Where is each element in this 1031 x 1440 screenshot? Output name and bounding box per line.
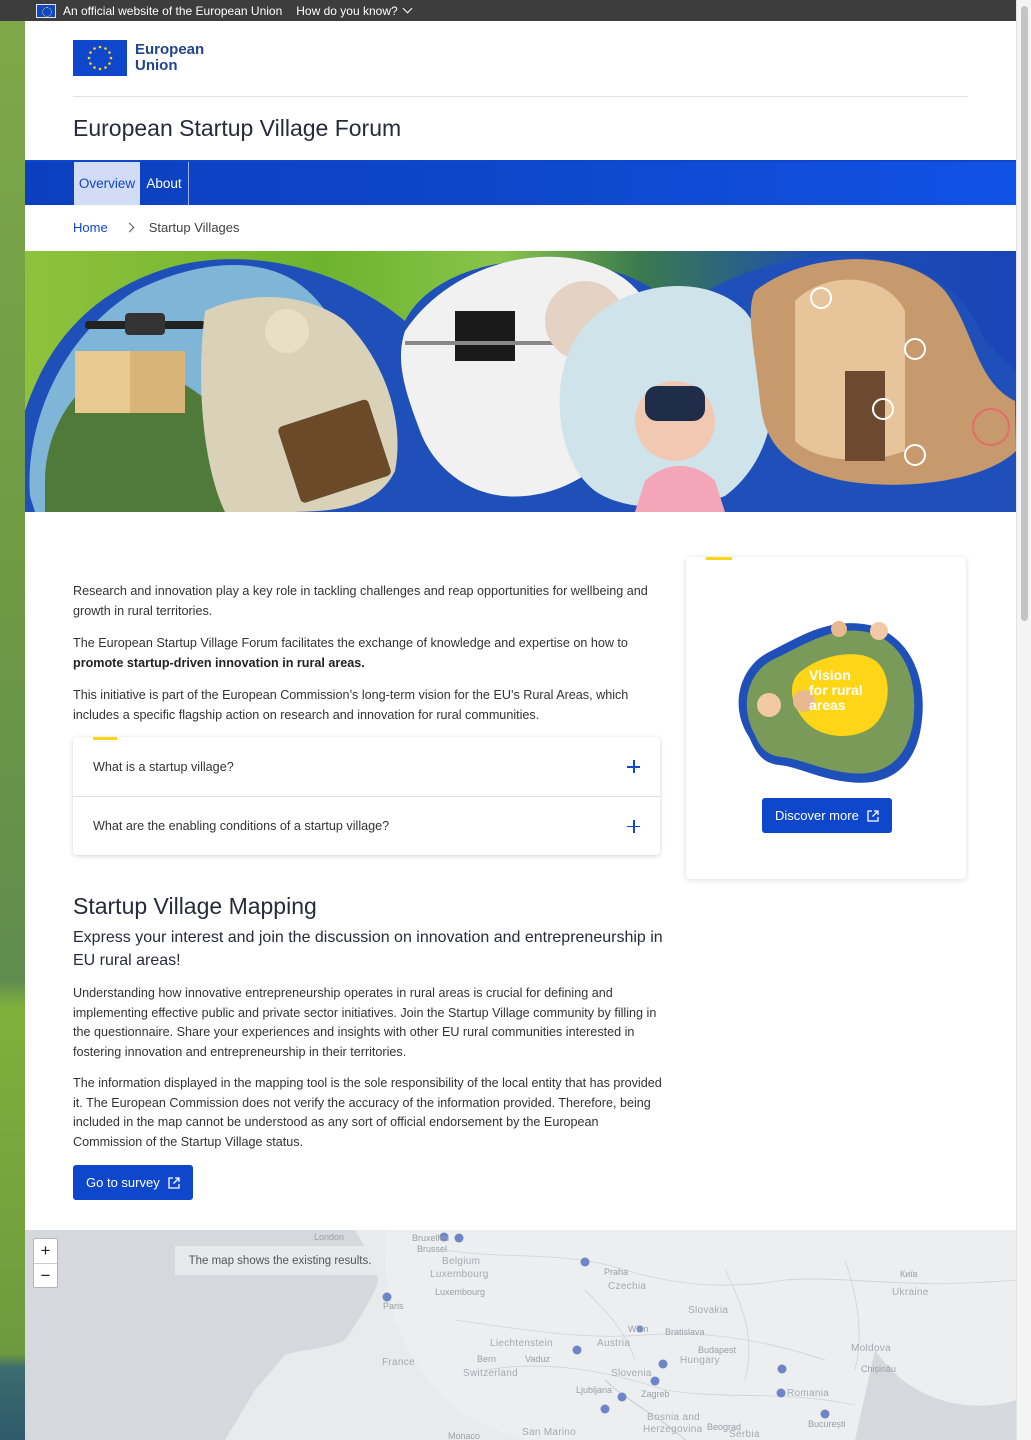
zoom-out-button[interactable]: −	[34, 1263, 57, 1287]
how-do-you-know-toggle[interactable]: How do you know?	[296, 3, 413, 18]
discover-more-button[interactable]: Discover more	[762, 798, 892, 833]
map-label-paris: Paris	[383, 1301, 404, 1311]
map-label-romania: Romania	[787, 1388, 830, 1399]
accordion-item-label: What is a startup village?	[93, 759, 234, 774]
map-label-france: France	[382, 1357, 415, 1368]
map-label-liechtenstein: Liechtenstein	[490, 1338, 553, 1349]
map-label-wien: Wien	[628, 1324, 649, 1334]
for-rural-text: for rural	[809, 682, 863, 698]
intro-text: Research and innovation play a key role …	[73, 582, 658, 738]
mapping-paragraph-2: The information displayed in the mapping…	[73, 1076, 662, 1149]
accordion-item-label: What are the enabling conditions of a st…	[93, 819, 390, 833]
discover-more-label: Discover more	[775, 808, 859, 823]
map-label-bosnia: Bosnia and	[647, 1412, 701, 1423]
intro-paragraph-3: This initiative is part of the European …	[73, 688, 629, 722]
map-label-belgium: Belgium	[442, 1256, 481, 1267]
map-label-bratislava: Bratislava	[665, 1327, 705, 1337]
how-do-you-know-label: How do you know?	[296, 3, 398, 18]
eu-flag-icon	[36, 3, 56, 18]
scrollbar-thumb[interactable]	[1021, 6, 1028, 621]
go-to-survey-button[interactable]: Go to survey	[73, 1165, 193, 1200]
eu-logo-link[interactable]: European Union	[73, 40, 215, 76]
vision-rural-areas-image: Vision for rural areas	[738, 621, 923, 783]
intro-paragraph-2-text: The European Startup Village Forum facil…	[73, 636, 628, 650]
map-label-praha: Praha	[604, 1267, 629, 1277]
map-label-bruxelles: Bruxelles	[412, 1233, 450, 1243]
map-label-budapest: Budapest	[698, 1345, 737, 1355]
startup-village-map[interactable]: + − The map shows the existing results. …	[25, 1230, 1016, 1440]
map-label-czechia: Czechia	[608, 1281, 647, 1292]
map-label-slovakia: Slovakia	[688, 1305, 729, 1316]
map-label-bern: Bern	[477, 1354, 497, 1364]
mapping-text: Understanding how innovative entrepreneu…	[73, 984, 663, 1164]
map-label-serbia: Serbia	[729, 1429, 760, 1440]
official-website-text: An official website of the European Unio…	[63, 3, 283, 18]
map-label-ljubljana: Ljubljana	[576, 1385, 613, 1395]
map-label-bucuresti: București	[808, 1419, 846, 1429]
eu-flag-logo-icon	[73, 40, 127, 76]
header-divider	[73, 96, 968, 97]
map-label-vaduz: Vaduz	[525, 1354, 550, 1364]
map-zoom-control: + −	[33, 1238, 58, 1288]
areas-text: areas	[809, 697, 846, 713]
card-accent	[706, 557, 732, 560]
map-results-note: The map shows the existing results.	[175, 1246, 385, 1275]
map-label-hungary: Hungary	[680, 1355, 720, 1366]
map-base-layer	[25, 1230, 1016, 1440]
map-label-ukraine: Ukraine	[892, 1287, 929, 1298]
site-title[interactable]: European Startup Village Forum	[73, 115, 401, 142]
intro-paragraph-1: Research and innovation play a key role …	[73, 584, 648, 618]
page: European Union European Startup Village …	[25, 0, 1016, 1440]
zoom-in-button[interactable]: +	[34, 1239, 57, 1263]
map-label-luxembourg-country: Luxembourg	[430, 1269, 489, 1280]
chevron-right-icon	[124, 222, 135, 233]
vision-rural-areas-card: Vision for rural areas Discover more	[686, 557, 966, 879]
map-label-switzerland: Switzerland	[463, 1368, 518, 1379]
eu-official-bar: An official website of the European Unio…	[0, 0, 1016, 21]
external-link-icon	[168, 1176, 180, 1189]
map-label-austria: Austria	[597, 1338, 631, 1349]
accordion-item-enabling-conditions[interactable]: What are the enabling conditions of a st…	[73, 796, 660, 855]
external-link-icon	[867, 809, 879, 822]
chevron-down-icon	[402, 3, 413, 14]
breadcrumb-home-link[interactable]: Home	[73, 220, 108, 235]
plus-icon[interactable]	[627, 760, 640, 773]
nav-item-overview[interactable]: Overview	[74, 162, 140, 205]
faq-accordion: What is a startup village? What are the …	[73, 737, 660, 855]
map-label-zagreb: Zagreb	[641, 1389, 670, 1399]
accordion-item-startup-village[interactable]: What is a startup village?	[73, 737, 660, 796]
map-label-brussel: Brussel	[417, 1244, 448, 1254]
hero-banner-image	[25, 251, 1016, 512]
map-label-london: London	[314, 1232, 345, 1242]
map-label-san-marino: San Marino	[522, 1427, 577, 1438]
main-navigation: Overview About	[25, 160, 1016, 205]
breadcrumb-current: Startup Villages	[148, 220, 240, 235]
accordion-accent	[93, 737, 117, 740]
intro-paragraph-2: The European Startup Village Forum facil…	[73, 634, 658, 673]
map-label-kyiv: Київ	[900, 1269, 918, 1279]
vision-text: Vision	[809, 667, 851, 683]
mapping-subtitle: Express your interest and join the discu…	[73, 929, 663, 969]
map-label-monaco: Monaco	[448, 1431, 481, 1440]
mapping-paragraph-1: Understanding how innovative entrepreneu…	[73, 986, 657, 1059]
plus-icon[interactable]	[627, 819, 640, 833]
map-label-slovenia: Slovenia	[611, 1368, 652, 1379]
logo-text: European Union	[135, 41, 205, 74]
scrollbar[interactable]	[1016, 0, 1031, 1440]
map-label-moldova: Moldova	[851, 1343, 891, 1354]
map-label-herzegovina: Herzegovina	[643, 1424, 703, 1435]
go-to-survey-label: Go to survey	[86, 1175, 160, 1190]
nav-item-about[interactable]: About	[140, 162, 189, 205]
map-label-luxembourg-city: Luxembourg	[435, 1287, 486, 1297]
mapping-title: Startup Village Mapping	[73, 893, 317, 919]
intro-paragraph-2-bold: promote startup-driven innovation in rur…	[73, 655, 365, 670]
breadcrumb: Home Startup Villages	[73, 220, 240, 235]
map-label-chisinau: Chișinău	[861, 1364, 897, 1374]
